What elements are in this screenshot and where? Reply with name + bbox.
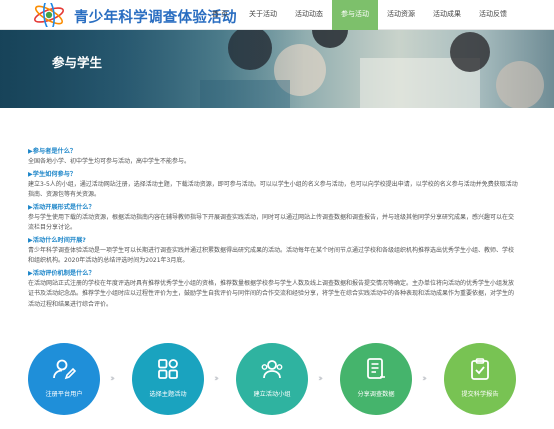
page-banner: 参与学生 [0, 30, 554, 108]
site-header: 青少年科学调查体验活动 首 页 关于活动 活动动态 参与活动 活动资源 活动成果… [0, 0, 554, 30]
step-label: 分享调查数据 [357, 391, 395, 398]
nav-item-results[interactable]: 活动成果 [424, 0, 470, 30]
step-label: 建立活动小组 [253, 391, 291, 398]
faq-answer: 参与学生使用下载的活动资源，根据活动指南内容在辅导教师指导下开展调查实践活动，同… [28, 213, 515, 232]
faq-answer: 建立3-5人的小组，通过活动网站注册，选择活动主题，下载活动资源，即可参与活动。… [28, 180, 518, 199]
user-edit-icon [53, 359, 76, 380]
faq-question: ▶活动开展形式是什么？ [28, 203, 95, 211]
faq-answer: 全国各地小学、初中学生均可参与活动，高中学生不能参与。 [28, 158, 191, 165]
nav-item-resources[interactable]: 活动资源 [378, 0, 424, 30]
chevron-right-icon: ››› [318, 374, 323, 384]
main-nav: 首 页 关于活动 活动动态 参与活动 活动资源 活动成果 活动反馈 [200, 0, 516, 30]
chevron-right-icon: ››› [214, 374, 219, 384]
faq-answer: 青少年科学调查体验活动是一项学生可以长期进行调查实践并通过积累数据得出研究成果的… [28, 246, 515, 265]
group-icon [261, 360, 283, 379]
chevron-right-icon: ››› [422, 374, 427, 384]
chevron-right-icon: ››› [110, 374, 115, 384]
step-share-data[interactable]: 分享调查数据 [340, 343, 412, 415]
nav-item-news[interactable]: 活动动态 [286, 0, 332, 30]
faq-question: ▶活动什么时间开展? [28, 236, 86, 244]
clipboard-check-icon [471, 358, 489, 380]
step-submit-report[interactable]: 提交科学报告 [444, 343, 516, 415]
faq-question: ▶参与者是什么？ [28, 148, 77, 155]
step-label: 注册平台用户 [45, 391, 83, 398]
nav-item-about[interactable]: 关于活动 [240, 0, 286, 30]
nav-item-home[interactable]: 首 页 [200, 0, 240, 30]
step-choose-topic[interactable]: 选择主题活动 [132, 343, 204, 415]
grid-icon [158, 359, 178, 379]
faq-question: ▶学生如何参与？ [28, 170, 77, 178]
faq-section: ▶参与者是什么？ 全国各地小学、初中学生均可参与活动，高中学生不能参与。 ▶学生… [28, 145, 518, 310]
page-title: 参与学生 [52, 55, 103, 70]
nav-item-participate[interactable]: 参与活动 [332, 0, 378, 30]
document-icon [367, 358, 385, 379]
participation-steps: 注册平台用户 ››› 选择主题活动 ››› 建立活动小组 ››› 分享调查数据 [0, 343, 554, 418]
logo-icon[interactable] [32, 3, 66, 27]
nav-item-feedback[interactable]: 活动反馈 [470, 0, 516, 30]
step-label: 选择主题活动 [149, 391, 187, 398]
faq-answer: 在活动网站正式注册的学校在年度评选时具有推荐优秀学生小组的资格，推荐数量根据学校… [28, 279, 515, 308]
step-build-group[interactable]: 建立活动小组 [236, 343, 308, 415]
step-label: 提交科学报告 [461, 391, 499, 398]
faq-question: ▶活动评价机制是什么？ [28, 269, 95, 277]
step-register[interactable]: 注册平台用户 [28, 343, 100, 415]
